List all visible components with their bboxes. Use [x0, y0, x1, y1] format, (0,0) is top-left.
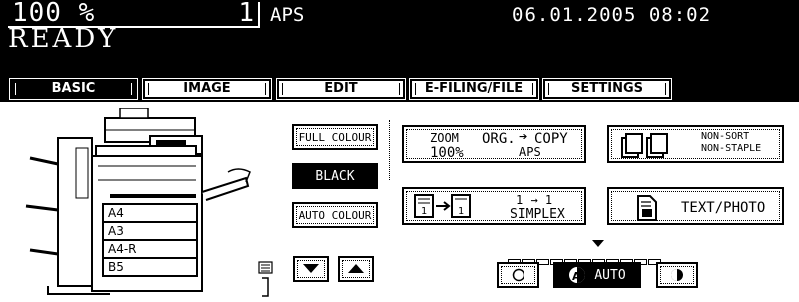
finishing-button[interactable]: NON-SORT NON-STAPLE [607, 125, 784, 163]
darker-button[interactable] [656, 262, 698, 288]
tab-basic[interactable]: BASIC [9, 78, 138, 100]
tab-edit-label: EDIT [324, 81, 358, 96]
zoom-value: 100% [430, 145, 464, 161]
tray-down-button[interactable] [293, 256, 329, 282]
svg-text:1: 1 [458, 206, 464, 217]
up-arrow-icon [348, 264, 364, 273]
svg-text:1: 1 [421, 206, 427, 217]
tray-up-button[interactable] [338, 256, 374, 282]
copy-count: 1 [238, 0, 254, 28]
finisher-icon [621, 133, 668, 158]
zoom-label: ZOOM [430, 131, 459, 145]
tab-settings-label: SETTINGS [570, 81, 644, 96]
datetime: 06.01.2005 08:02 [512, 4, 712, 26]
tray-3[interactable]: A4-R [102, 241, 198, 259]
svg-text:A: A [572, 270, 581, 283]
duplex-line2: SIMPLEX [510, 207, 565, 222]
org-label: ORG. [482, 131, 516, 147]
original-mode-label: TEXT/PHOTO [681, 200, 766, 216]
machine-state: READY [8, 24, 119, 54]
tray-2[interactable]: A3 [102, 223, 198, 241]
sheets-icon [258, 261, 273, 274]
darker-icon [671, 269, 683, 281]
tab-image-label: IMAGE [183, 81, 231, 96]
tab-image[interactable]: IMAGE [142, 78, 272, 100]
status-bar: 100 % 1 APS 06.01.2005 08:02 READY [0, 0, 799, 76]
aps-label: APS [519, 145, 541, 159]
tab-efiling[interactable]: E-FILING/FILE [409, 78, 539, 100]
arrow-glyph: ➔ [519, 129, 528, 145]
tab-basic-label: BASIC [51, 81, 96, 96]
tab-bar: BASIC IMAGE EDIT E-FILING/FILE SETTINGS [0, 76, 799, 102]
down-arrow-icon [303, 264, 319, 273]
auto-density-icon: A [569, 267, 586, 283]
lighter-button[interactable] [497, 262, 539, 288]
finishing-line1: NON-SORT [701, 131, 750, 142]
paper-mode: APS [270, 4, 305, 26]
duplex-line1: 1 → 1 [516, 193, 553, 207]
auto-density-button[interactable]: A AUTO [553, 262, 641, 288]
tray-4[interactable]: B5 [102, 259, 198, 277]
paper-trays: A4 A3 A4-R B5 [102, 203, 198, 277]
duplex-icon: 1 1 [414, 194, 471, 218]
zoom-button[interactable]: ZOOM 100% ORG. ➔ COPY APS [402, 125, 586, 163]
tab-settings[interactable]: SETTINGS [542, 78, 672, 100]
original-mode-button[interactable]: TEXT/PHOTO [607, 187, 784, 225]
tab-edit[interactable]: EDIT [276, 78, 406, 100]
black-button[interactable]: BLACK [292, 163, 378, 189]
full-colour-button[interactable]: FULL COLOUR [292, 124, 378, 150]
lighter-icon [512, 268, 524, 282]
finishing-line2: NON-STAPLE [701, 143, 762, 154]
auto-colour-label: AUTO COLOUR [298, 208, 372, 222]
machine-diagram: A4 A3 A4-R B5 [10, 107, 285, 298]
tab-efiling-label: E-FILING/FILE [424, 81, 524, 96]
text-photo-icon [637, 195, 657, 221]
status-separator [258, 2, 260, 28]
auto-density-label: AUTO [594, 267, 626, 283]
duplex-button[interactable]: 1 1 1 → 1 SIMPLEX [402, 187, 586, 225]
black-label: BLACK [315, 168, 355, 184]
tray-1[interactable]: A4 [102, 203, 198, 223]
divider [389, 120, 390, 180]
auto-colour-button[interactable]: AUTO COLOUR [292, 202, 378, 228]
density-indicator [592, 240, 604, 247]
full-colour-label: FULL COLOUR [298, 130, 372, 144]
